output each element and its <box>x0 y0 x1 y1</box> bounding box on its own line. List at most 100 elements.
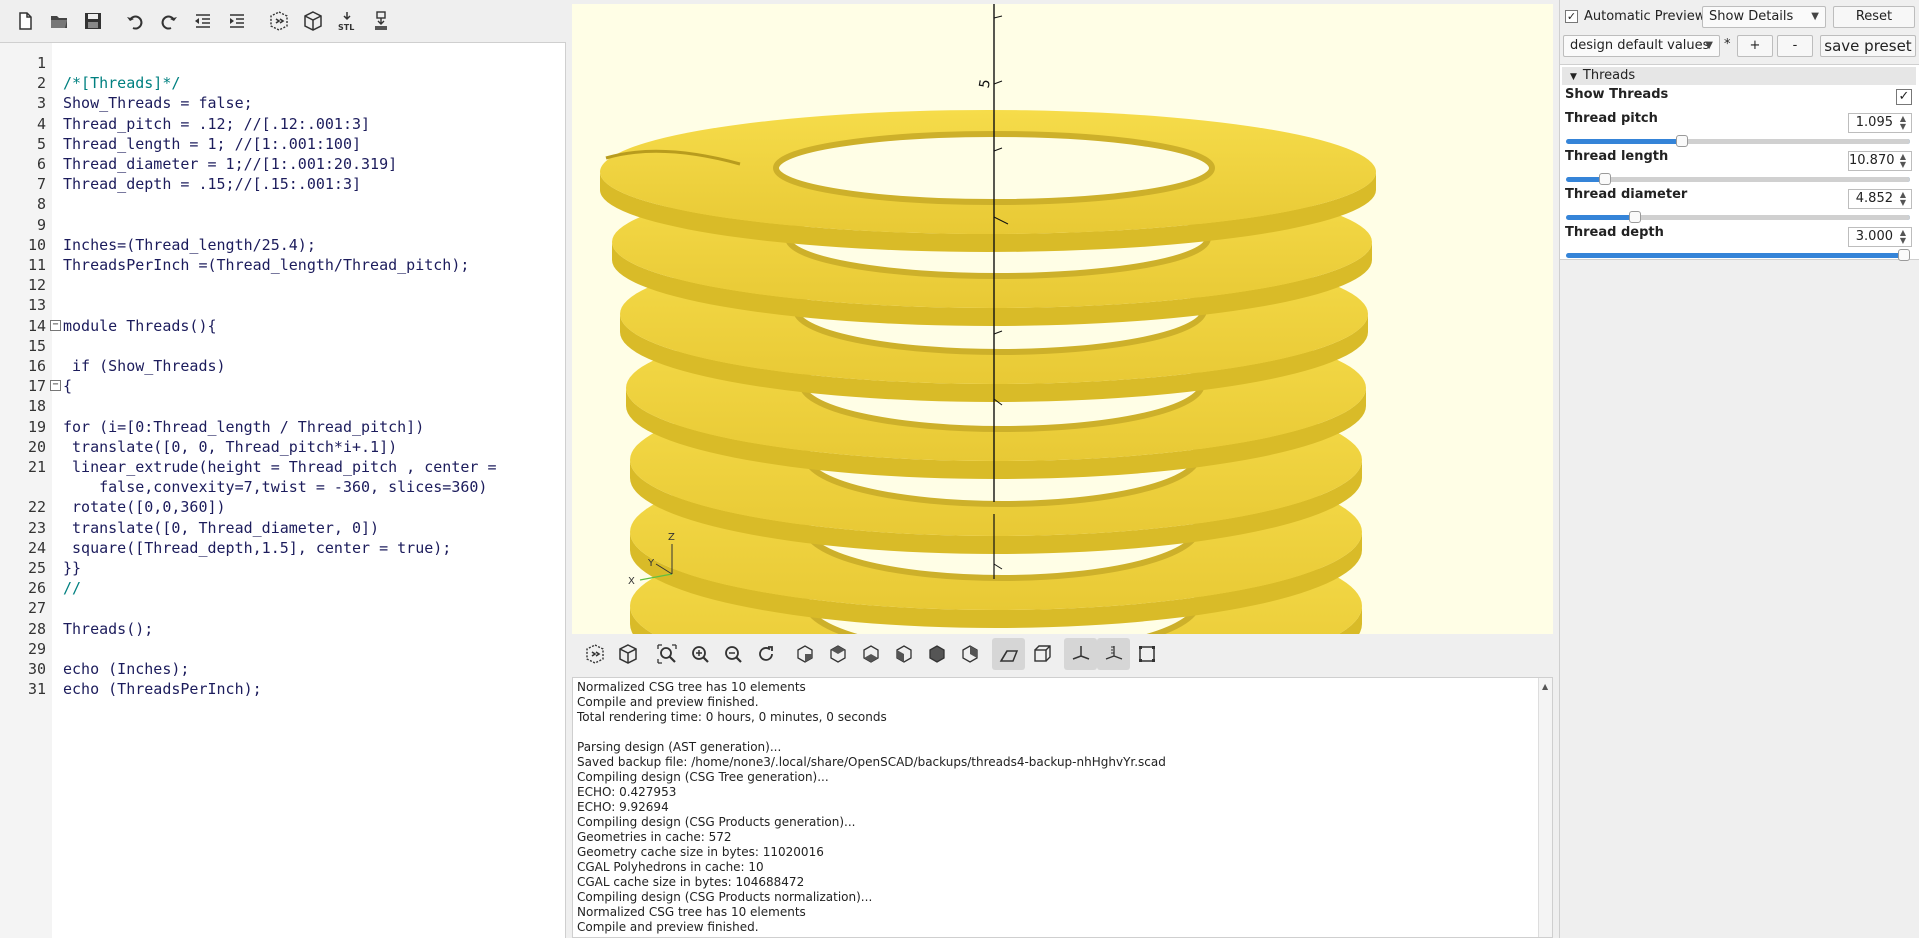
fold-toggle-icon[interactable]: − <box>50 319 61 331</box>
code-text: }} <box>63 559 82 577</box>
indent-icon[interactable] <box>220 5 254 37</box>
redo-icon[interactable] <box>152 5 186 37</box>
code-editor[interactable]: 1 2/*[Threads]*/3 Show_Threads = false; 4 Th… <box>0 42 566 938</box>
view-left-icon[interactable] <box>887 638 920 670</box>
console-line: Compile and preview finished. <box>577 695 759 709</box>
thread-diameter-spinbox[interactable]: 4.852 ▲ ▼ <box>1848 189 1912 209</box>
thread-length-spinbox[interactable]: 10.870 ▲ ▼ <box>1848 151 1912 171</box>
line-number: 30 <box>27 660 46 678</box>
console-scrollbar[interactable]: ▲ <box>1538 678 1552 937</box>
line-number: 12 <box>27 276 46 295</box>
show-details-select[interactable]: Show Details ▼ <box>1702 6 1826 28</box>
slider-handle[interactable] <box>1629 211 1641 223</box>
line-number: 20 <box>27 437 46 456</box>
thread-length-slider[interactable] <box>1566 173 1910 185</box>
thread-diameter-slider[interactable] <box>1566 211 1910 223</box>
orthogonal-icon[interactable] <box>1025 638 1058 670</box>
group-header[interactable]: ▼ Threads <box>1562 67 1916 85</box>
line-number: 7 <box>36 175 46 194</box>
console-line: Geometries in cache: 572 <box>577 830 732 844</box>
perspective-icon[interactable] <box>992 638 1025 670</box>
line-number: 22 <box>27 498 46 517</box>
thread-pitch-slider[interactable] <box>1566 135 1910 147</box>
preset-select[interactable]: design default values ▼ <box>1563 35 1720 57</box>
thread-length-label: Thread length <box>1565 149 1669 164</box>
console-line: CGAL Polyhedrons in cache: 10 <box>577 860 764 874</box>
code-text: Thread_depth = .15;//[.15:.001:3] <box>63 175 362 194</box>
thread-diameter-label: Thread diameter <box>1565 187 1688 202</box>
thread-pitch-spinbox[interactable]: 1.095 ▲ ▼ <box>1848 113 1912 133</box>
show-scale-icon[interactable] <box>1097 638 1130 670</box>
view-right-icon[interactable] <box>788 638 821 670</box>
thread-diameter-value: 4.852 <box>1855 191 1893 206</box>
view-top-icon[interactable] <box>821 638 854 670</box>
line-number: 5 <box>36 134 46 153</box>
code-text: false,convexity=7,twist = -360, slices=3… <box>63 478 488 497</box>
code-text: Thread_pitch = .12; //[.12:.001:3] <box>63 114 371 133</box>
automatic-preview-checkbox[interactable]: ✓ <box>1565 10 1578 23</box>
line-number <box>0 477 46 497</box>
view-back-icon[interactable] <box>953 638 986 670</box>
line-number: 14 <box>27 316 46 335</box>
open-file-icon[interactable] <box>42 5 76 37</box>
line-number: 15 <box>27 336 46 355</box>
view-bottom-icon[interactable] <box>854 638 887 670</box>
slider-handle[interactable] <box>1676 135 1688 147</box>
chevron-down-icon: ▼ <box>1705 40 1713 51</box>
openscad-window: STL 1 2/*[Threads]*/3 Show_Threads = false… <box>0 0 1919 938</box>
y-axis-label: Y <box>647 558 655 569</box>
reset-button[interactable]: Reset <box>1833 6 1915 28</box>
add-preset-button[interactable]: + <box>1737 35 1773 57</box>
render-icon[interactable] <box>611 638 644 670</box>
reset-view-icon[interactable] <box>749 638 782 670</box>
export-stl-icon[interactable]: STL <box>330 5 364 37</box>
view-all-icon[interactable] <box>650 638 683 670</box>
code-text: Thread_diameter = 1;//[1:.001:20.319] <box>63 155 398 173</box>
line-number: 13 <box>27 296 46 315</box>
unindent-icon[interactable] <box>186 5 220 37</box>
spin-arrows-icon[interactable]: ▲ ▼ <box>1897 191 1909 207</box>
spin-arrows-icon[interactable]: ▲ ▼ <box>1897 115 1909 131</box>
line-number: 28 <box>27 619 46 638</box>
z-axis-label: Z <box>668 532 675 543</box>
preview-icon[interactable] <box>578 638 611 670</box>
undo-icon[interactable] <box>118 5 152 37</box>
new-file-icon[interactable] <box>8 5 42 37</box>
fold-toggle-icon[interactable]: − <box>50 380 61 392</box>
slider-handle[interactable] <box>1898 249 1910 261</box>
preset-value: design default values <box>1570 38 1710 53</box>
3d-viewport[interactable]: 5 Z Y X <box>572 4 1553 634</box>
show-axes-icon[interactable] <box>1064 638 1097 670</box>
console-line: ECHO: 0.427953 <box>577 785 677 799</box>
spin-arrows-icon[interactable]: ▲ ▼ <box>1897 153 1909 169</box>
show-threads-checkbox[interactable]: ✓ <box>1896 89 1912 105</box>
thread-depth-slider[interactable] <box>1566 249 1910 261</box>
code-text: // <box>63 579 82 598</box>
show-edges-icon[interactable] <box>1130 638 1163 670</box>
spin-arrows-icon[interactable]: ▲ ▼ <box>1897 229 1909 245</box>
code-text: Show_Threads = false; <box>63 94 253 113</box>
svg-text:5: 5 <box>977 78 994 90</box>
send-to-print-icon[interactable] <box>364 5 398 37</box>
line-number: 27 <box>27 599 46 618</box>
thread-model-preview: 5 Z Y X <box>600 4 1376 634</box>
collapse-arrow-icon: ▼ <box>1570 72 1577 82</box>
save-icon[interactable] <box>76 5 110 37</box>
save-preset-button[interactable]: save preset <box>1820 35 1916 57</box>
render-icon[interactable] <box>296 5 330 37</box>
console-panel[interactable]: Normalized CSG tree has 10 elements Compi… <box>572 677 1553 938</box>
thread-length-value: 10.870 <box>1849 153 1895 168</box>
slider-handle[interactable] <box>1599 173 1611 185</box>
thread-pitch-label: Thread pitch <box>1565 111 1658 126</box>
preview-icon[interactable] <box>262 5 296 37</box>
zoom-in-icon[interactable] <box>683 638 716 670</box>
thread-depth-spinbox[interactable]: 3.000 ▲ ▼ <box>1848 227 1912 247</box>
view-front-icon[interactable] <box>920 638 953 670</box>
code-text: module Threads(){ <box>63 316 217 335</box>
zoom-out-icon[interactable] <box>716 638 749 670</box>
code-text: echo (Inches); <box>63 660 190 678</box>
view-toolbar <box>572 634 1553 674</box>
thread-depth-label: Thread depth <box>1565 225 1664 240</box>
automatic-preview-toggle[interactable]: ✓ Automatic Preview <box>1565 9 1705 24</box>
remove-preset-button[interactable]: - <box>1777 35 1813 57</box>
